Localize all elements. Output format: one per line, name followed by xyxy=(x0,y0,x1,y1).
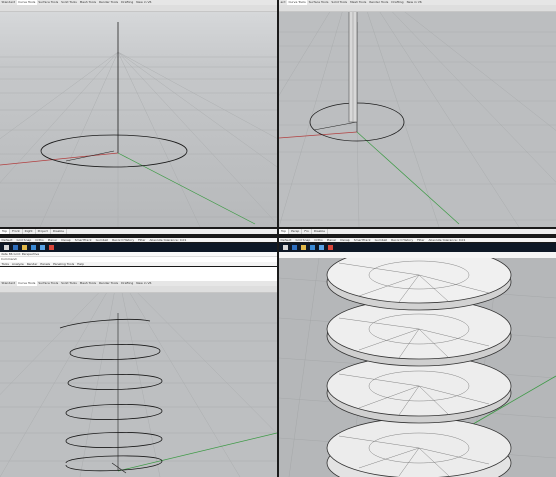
perspective-viewport[interactable] xyxy=(279,12,556,227)
viewport-canvas-tl xyxy=(0,12,277,227)
perspective-viewport[interactable] xyxy=(0,12,277,227)
rhino-app-icon[interactable] xyxy=(292,245,297,250)
perspective-viewport[interactable] xyxy=(279,258,556,477)
grid-snap-toggle[interactable]: Grid Snap xyxy=(15,238,33,242)
osnap-toggle[interactable]: Osnap xyxy=(60,238,73,242)
filter-toggle[interactable]: Filter xyxy=(137,238,147,242)
menu-panels[interactable]: Panels xyxy=(39,262,52,266)
windows-taskbar xyxy=(0,243,277,252)
chrome-icon[interactable] xyxy=(328,245,333,250)
viewport-tab-persp[interactable]: Persp xyxy=(289,229,303,234)
tolerance-label: Absolute tolerance: 0.01 xyxy=(149,238,187,242)
layer-default[interactable]: Default xyxy=(279,238,293,242)
osnap-toggle[interactable]: Osnap xyxy=(339,238,352,242)
smarttrack-toggle[interactable]: SmartTrack xyxy=(73,238,93,242)
viewport-tab-front[interactable]: Fro xyxy=(302,229,312,234)
start-icon[interactable] xyxy=(283,245,288,250)
menu-bar: Tools Analyze Render Panels Paneling Tools He… xyxy=(0,262,277,266)
viewport-tab-disable[interactable]: Disable xyxy=(312,229,328,234)
viewport-tab-project[interactable]: Project xyxy=(36,229,51,234)
viewport-canvas-br xyxy=(279,258,556,477)
windows-taskbar xyxy=(279,243,556,252)
perspective-viewport[interactable] xyxy=(0,293,277,477)
mail-icon[interactable] xyxy=(310,245,315,250)
mail-icon[interactable] xyxy=(31,245,36,250)
gumball-toggle[interactable]: Gumball xyxy=(373,238,389,242)
menu-paneling-tools[interactable]: Paneling Tools xyxy=(52,262,76,266)
viewport-top-right: ard Curve Tools Surface Tools Solid Tools Me… xyxy=(279,0,556,252)
toolbar-icons xyxy=(0,5,277,20)
planar-toggle[interactable]: Planar xyxy=(325,238,337,242)
helical-ramp-surface[interactable] xyxy=(326,258,512,477)
viewport-tab-disable[interactable]: Disable xyxy=(51,229,67,234)
record-history-toggle[interactable]: Record History xyxy=(111,238,136,242)
viewport-tab-perspective[interactable]: Top xyxy=(279,229,290,234)
viewport-tab-right[interactable]: Right xyxy=(23,229,36,234)
menu-help[interactable]: Help xyxy=(76,262,86,266)
viewport-bottom-left: date 86 Grid: Perspective Command: Tools… xyxy=(0,252,277,477)
status-bar: Default Grid Snap Ortho Planar Osnap Sma… xyxy=(0,238,277,242)
tolerance-label: Absolute tolerance: 0.01 xyxy=(428,238,466,242)
menu-tools[interactable]: Tools xyxy=(0,262,10,266)
viewport-top-left: Standard Curve Tools Surface Tools Solid To… xyxy=(0,0,277,252)
viewport-bottom-right xyxy=(279,252,556,477)
store-icon[interactable] xyxy=(40,245,45,250)
smarttrack-toggle[interactable]: SmartTrack xyxy=(352,238,372,242)
store-icon[interactable] xyxy=(319,245,324,250)
viewport-tab-bar: Top Persp Fro Disable xyxy=(279,229,556,234)
status-bar: Default Grid Snap Ortho Planar Osnap Sma… xyxy=(279,238,556,242)
ortho-toggle[interactable]: Ortho xyxy=(313,238,325,242)
file-explorer-icon[interactable] xyxy=(301,245,306,250)
command-area[interactable] xyxy=(0,267,277,281)
record-history-toggle[interactable]: Record History xyxy=(390,238,415,242)
planar-toggle[interactable]: Planar xyxy=(46,238,58,242)
grid-snap-toggle[interactable]: Grid Snap xyxy=(294,238,312,242)
rhino-app-icon[interactable] xyxy=(13,245,18,250)
ortho-toggle[interactable]: Ortho xyxy=(34,238,46,242)
gumball-toggle[interactable]: Gumball xyxy=(94,238,110,242)
viewport-tab-front[interactable]: Front xyxy=(10,229,23,234)
chrome-icon[interactable] xyxy=(49,245,54,250)
viewport-tab-bar: Top Front Right Project Disable xyxy=(0,229,277,234)
command-history: date 86 Grid: Perspective Command: xyxy=(0,252,277,262)
viewport-canvas-tr xyxy=(279,12,556,227)
toolbar-icons xyxy=(0,286,277,301)
toolbar-icons xyxy=(279,5,556,20)
filter-toggle[interactable]: Filter xyxy=(416,238,426,242)
start-icon[interactable] xyxy=(4,245,9,250)
layer-default[interactable]: Default xyxy=(0,238,14,242)
viewport-canvas-bl xyxy=(0,293,277,477)
file-explorer-icon[interactable] xyxy=(22,245,27,250)
menu-analyze[interactable]: Analyze xyxy=(10,262,25,266)
menu-render[interactable]: Render xyxy=(25,262,39,266)
viewport-tab-perspective[interactable]: Top xyxy=(0,229,11,234)
